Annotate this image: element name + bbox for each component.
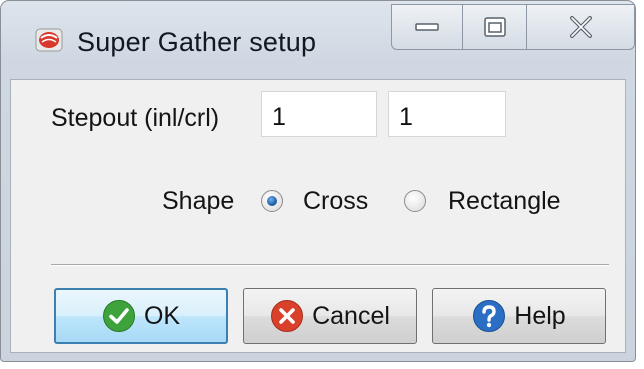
stepout-inline-input[interactable]: 1 — [261, 91, 377, 137]
check-icon — [102, 300, 135, 332]
app-logo-icon — [35, 28, 63, 52]
minimize-button[interactable] — [391, 4, 463, 50]
window-title: Super Gather setup — [77, 27, 317, 57]
radio-selected-dot — [267, 196, 277, 206]
help-button[interactable]: Help — [432, 288, 606, 344]
ok-button[interactable]: OK — [54, 288, 228, 344]
shape-rectangle-radio[interactable] — [404, 190, 426, 212]
dialog-window: Super Gather setup Stepout (inl/crl) 1 1… — [0, 0, 636, 362]
close-icon — [569, 16, 592, 38]
cancel-button[interactable]: Cancel — [243, 288, 417, 344]
maximize-button[interactable] — [463, 4, 527, 50]
shape-label: Shape — [162, 187, 235, 215]
shape-rectangle-label[interactable]: Rectangle — [448, 187, 561, 216]
dialog-body: Stepout (inl/crl) 1 1 Shape Cross Rectan… — [10, 79, 626, 353]
minimize-icon — [415, 23, 439, 31]
separator — [51, 264, 609, 266]
title-bar[interactable]: Super Gather setup — [1, 1, 635, 79]
cancel-button-label: Cancel — [312, 301, 390, 330]
shape-cross-label[interactable]: Cross — [303, 187, 368, 216]
ok-button-label: OK — [143, 301, 181, 330]
question-icon — [473, 300, 506, 332]
stepout-crossline-input[interactable]: 1 — [388, 91, 506, 137]
help-button-label: Help — [514, 301, 566, 330]
caption-buttons — [391, 4, 635, 50]
close-button[interactable] — [527, 4, 635, 50]
x-circle-icon — [271, 300, 304, 332]
maximize-icon — [483, 17, 506, 37]
stepout-label: Stepout (inl/crl) — [51, 104, 220, 132]
shape-cross-radio[interactable] — [261, 190, 283, 212]
